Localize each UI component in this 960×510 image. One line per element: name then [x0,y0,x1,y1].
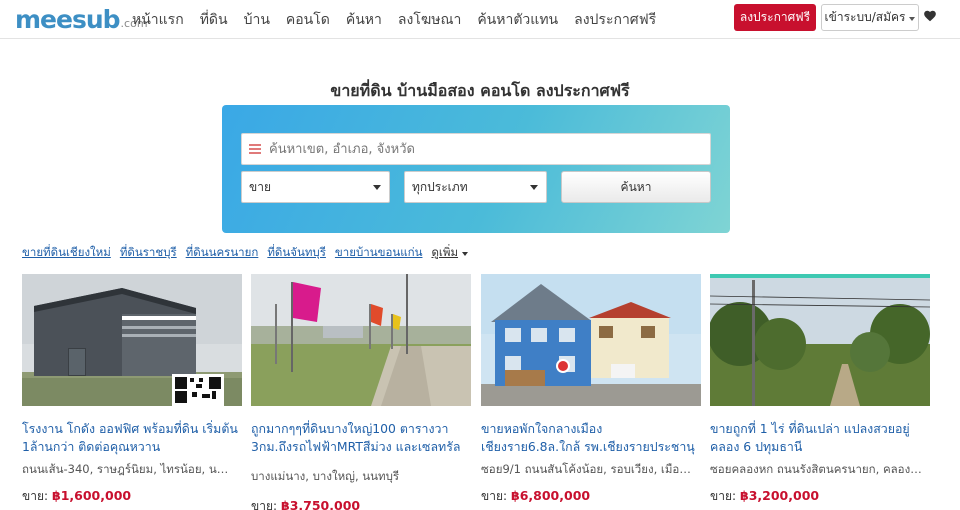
listing-title[interactable]: โรงงาน โกดัง ออฟฟิศ พร้อมที่ดิน เริ่มต้น… [22,420,242,456]
nav-search[interactable]: ค้นหา [346,9,382,31]
listing-price: ฿3,200,000 [740,488,820,503]
caret-down-icon [373,185,381,190]
search-panel: ขาย ทุกประเภท ค้นหา [222,105,730,233]
quick-link[interactable]: ที่ดินจันทบุรี [267,244,326,262]
location-search-input[interactable] [269,141,689,157]
listing-location: บางแม่นาง, บางใหญ่, นนทบุรี [251,469,400,483]
login-register-label: เข้าระบบ/สมัคร [824,10,906,24]
listing-photo[interactable] [481,274,701,406]
listing-title[interactable]: ขายหอพักใจกลางเมืองเชียงราย6.8ล.ใกล้ รพ.… [481,420,701,456]
listing-price: ฿3,750,000 [281,498,361,510]
listing-price: ฿1,600,000 [52,488,132,503]
listing-photo[interactable] [22,274,242,406]
listing-photo[interactable] [708,274,931,406]
nav-home[interactable]: หน้าแรก [132,9,184,31]
listing-price: ฿6,800,000 [511,488,591,503]
more-links-label: ดูเพิ่ม [431,245,459,259]
price-label: ขาย: [251,499,278,510]
listing-price-row: ขาย: ฿1,600,000 [22,487,242,506]
post-listing-button[interactable]: ลงประกาศฟรี [734,4,816,31]
price-label: ขาย: [22,489,49,503]
listing-card[interactable]: ขายถูกที่ 1 ไร่ ที่ดินเปล่า แปลงสวยอยู่ค… [708,274,931,506]
listing-location: ถนนเส้น-340, ราษฎร์นิยม, ไทรน้อย, นนทบุร… [22,462,234,476]
property-category-select[interactable]: ทุกประเภท [404,171,547,203]
chevron-down-icon [909,16,916,21]
search-box[interactable] [241,133,711,165]
listing-card[interactable]: โรงงาน โกดัง ออฟฟิศ พร้อมที่ดิน เริ่มต้น… [22,274,242,506]
chevron-down-icon [462,252,469,256]
nav-condo[interactable]: คอนโด [286,9,330,31]
listing-type-select[interactable]: ขาย [241,171,390,203]
login-register-button[interactable]: เข้าระบบ/สมัคร [821,4,919,31]
nav-land[interactable]: ที่ดิน [200,9,228,31]
nav-house[interactable]: บ้าน [244,9,270,31]
nav-advertise[interactable]: ลงโฆษณา [398,9,461,31]
listing-title[interactable]: ขายถูกที่ 1 ไร่ ที่ดินเปล่า แปลงสวยอยู่ค… [710,420,930,456]
quick-link[interactable]: ขายบ้านขอนแก่น [335,244,423,262]
listing-type-value: ขาย [249,179,271,194]
listing-location: ซอยคลองหก ถนนรังสิตนครนายก, คลองหก, คลอง… [710,462,922,476]
price-label: ขาย: [481,489,508,503]
listing-photo[interactable] [251,274,471,406]
search-button[interactable]: ค้นหา [561,171,711,203]
listing-price-row: ขาย: ฿6,800,000 [481,487,701,506]
more-links-dropdown[interactable]: ดูเพิ่ม [431,244,469,262]
listing-title[interactable]: ถูกมากๆๆที่ดินบางใหญ่100 ตารางวา 3กม.ถึง… [251,420,471,456]
listing-card[interactable]: ขายหอพักใจกลางเมืองเชียงราย6.8ล.ใกล้ รพ.… [481,274,701,506]
heart-icon[interactable] [923,9,937,23]
nav-post-free[interactable]: ลงประกาศฟรี [574,9,656,31]
listing-card[interactable]: ถูกมากๆๆที่ดินบางใหญ่100 ตารางวา 3กม.ถึง… [251,274,471,510]
quick-link[interactable]: ที่ดินนครนายก [186,244,259,262]
main-nav: หน้าแรก ที่ดิน บ้าน คอนโด ค้นหา ลงโฆษณา … [132,0,672,39]
site-logo[interactable]: meesub .com [15,2,148,34]
listing-price-row: ขาย: ฿3,750,000 [251,497,471,510]
property-category-value: ทุกประเภท [412,179,468,194]
popular-search-links: ขายที่ดินเชียงใหม่ ที่ดินราชบุรี ที่ดินน… [22,244,469,262]
quick-link[interactable]: ขายที่ดินเชียงใหม่ [22,244,111,262]
top-navbar: meesub .com หน้าแรก ที่ดิน บ้าน คอนโด ค้… [0,0,960,39]
price-label: ขาย: [710,489,737,503]
quick-link[interactable]: ที่ดินราชบุรี [120,244,177,262]
list-icon [249,144,261,154]
listing-price-row: ขาย: ฿3,200,000 [710,487,930,506]
caret-down-icon [530,185,538,190]
nav-find-agent[interactable]: ค้นหาตัวแทน [477,9,558,31]
hero-title: ขายที่ดิน บ้านมือสอง คอนโด ลงประกาศฟรี [330,81,630,100]
listing-location: ซอย9/1 ถนนสันโค้งน้อย, รอบเวียง, เมืองเช… [481,462,693,476]
logo-wordmark: meesub [15,5,121,34]
